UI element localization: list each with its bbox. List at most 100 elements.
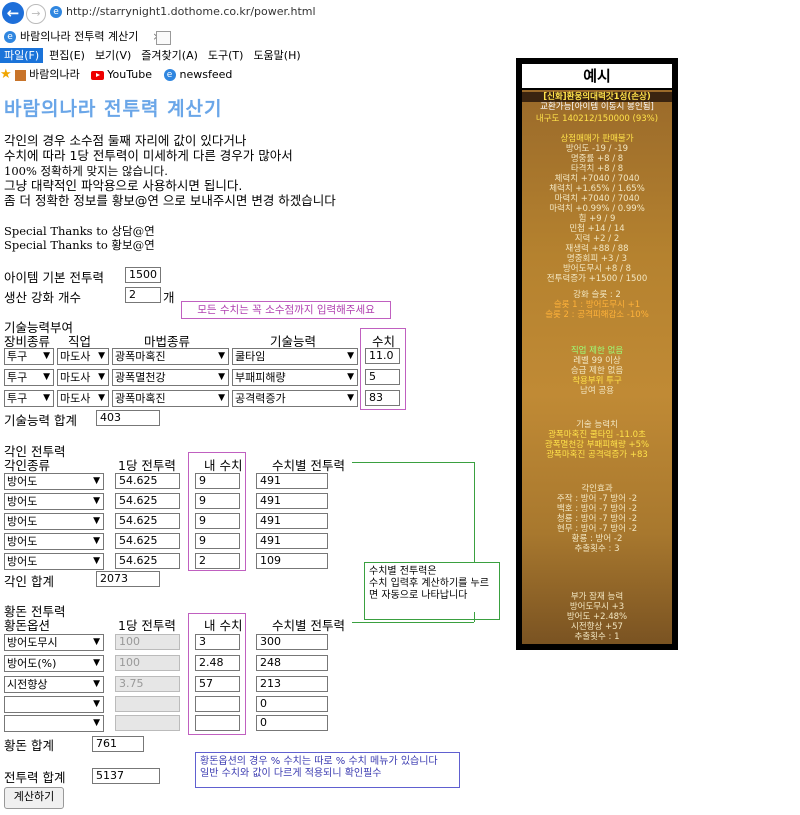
sample-line: 기술 능력치: [576, 420, 618, 430]
chevron-down-icon: ▼: [347, 351, 354, 361]
skill-ability-select[interactable]: 쿨타임 ▼: [232, 348, 358, 365]
menu-view[interactable]: 보기(V): [91, 48, 135, 63]
enhance-count-label: 생산 강화 개수: [4, 290, 81, 305]
base-power-input[interactable]: 1500: [125, 267, 161, 283]
sample-line: 방어도무시 +8 / 8: [562, 264, 631, 274]
hwangdon-mine-input[interactable]: 57: [195, 676, 240, 692]
favorites-bar: ★ 바람의나라 YouTube e newsfeed: [0, 66, 460, 83]
favorite-youtube[interactable]: YouTube: [91, 66, 152, 83]
hwangdon-per-input: [115, 696, 180, 712]
sample-line: 광폭마혹진 공격력증가 +83: [546, 450, 648, 460]
hwangdon-type-select[interactable]: 시전향상 ▼: [4, 676, 104, 693]
hwangdon-per-input: 100: [115, 634, 180, 650]
engrave-per-input[interactable]: 54.625: [115, 553, 180, 569]
sample-line: 현무 : 방어 -7 방어 -2: [556, 524, 638, 534]
hwangdon-type-select[interactable]: ▼: [4, 715, 104, 732]
skill-value-input[interactable]: 83: [365, 390, 400, 406]
hwangdon-type-select[interactable]: ▼: [4, 696, 104, 713]
skill-equip-select[interactable]: 투구 ▼: [4, 348, 54, 365]
menu-tools[interactable]: 도구(T): [204, 48, 248, 63]
browser-tab[interactable]: e바람의나라 전투력 계산기×: [0, 28, 166, 46]
engrave-power-output: 491: [256, 493, 328, 509]
hwangdon-type-select[interactable]: 방어도(%) ▼: [4, 655, 104, 672]
skill-value-input[interactable]: 5: [365, 369, 400, 385]
engrave-type-select[interactable]: 방어도 ▼: [4, 473, 104, 490]
sample-line: 남여 공용: [580, 386, 614, 396]
skill-job-select[interactable]: 마도사 ▼: [57, 348, 109, 365]
page-title: 바람의나라 전투력 계산기: [4, 98, 223, 120]
chevron-down-icon: ▼: [98, 372, 105, 382]
new-tab-icon[interactable]: [156, 31, 171, 45]
engrave-per-input[interactable]: 54.625: [115, 513, 180, 529]
engrave-note-connector: [352, 462, 474, 463]
chevron-down-icon: ▼: [93, 637, 100, 647]
engrave-type-select[interactable]: 방어도 ▼: [4, 533, 104, 550]
menu-file[interactable]: 파일(F): [0, 48, 44, 63]
menu-edit[interactable]: 편집(E): [45, 48, 89, 63]
engrave-mine-input[interactable]: 9: [195, 473, 240, 489]
menu-help[interactable]: 도움말(H): [249, 48, 304, 63]
engrave-per-input[interactable]: 54.625: [115, 493, 180, 509]
engrave-mine-input[interactable]: 2: [195, 553, 240, 569]
favorite-newsfeed[interactable]: e newsfeed: [163, 66, 232, 83]
skill-job-select[interactable]: 마도사 ▼: [57, 369, 109, 386]
enhance-count-input[interactable]: 2: [125, 287, 161, 303]
forward-arrow-icon[interactable]: →: [26, 4, 46, 24]
skill-ability-select[interactable]: 부패피해량 ▼: [232, 369, 358, 386]
sample-line: 착용부위 투구: [572, 376, 622, 386]
engrave-per-input[interactable]: 54.625: [115, 533, 180, 549]
engrave-mine-input[interactable]: 9: [195, 493, 240, 509]
menu-favorites[interactable]: 즐겨찾기(A): [137, 48, 202, 63]
engrave-type-select[interactable]: 방어도 ▼: [4, 493, 104, 510]
skill-ability-select[interactable]: 공격력증가 ▼: [232, 390, 358, 407]
description-line: 좀 더 정확한 정보를 황보@연 으로 보내주시면 변경 하겠습니다: [4, 193, 336, 208]
sample-line: 직업 제한 없음: [570, 346, 624, 356]
skill-magic-select[interactable]: 광폭마혹진 ▼: [112, 390, 229, 407]
chevron-down-icon: ▼: [347, 372, 354, 382]
hwangdon-type-select[interactable]: 방어도무시 ▼: [4, 634, 104, 651]
engrave-mine-input[interactable]: 9: [195, 533, 240, 549]
address-bar[interactable]: e http://starrynight1.dothome.co.kr/power…: [50, 5, 450, 21]
select-value: 방어도무시: [7, 636, 58, 649]
sample-item-tooltip: [신화]환웅의대력갓1성(손상) 교환가능[아이템 이동시 봉인됨] 내구도 140…: [522, 90, 672, 644]
sample-line: 황룡 : 방어 -2: [571, 534, 623, 544]
skill-value-input[interactable]: 11.0: [365, 348, 400, 364]
sample-line: 방어도 +2.48%: [566, 612, 628, 622]
enhance-unit: 개: [163, 290, 175, 305]
hwangdon-total-label: 황돈 합계: [4, 738, 54, 753]
sample-line: 슬롯 1 : 방어도무시 +1: [553, 300, 641, 310]
sample-line: 부가 잠재 능력: [570, 592, 624, 602]
back-arrow-icon[interactable]: ←: [2, 2, 24, 24]
engrave-per-input[interactable]: 54.625: [115, 473, 180, 489]
skill-equip-select[interactable]: 투구 ▼: [4, 390, 54, 407]
skill-job-select[interactable]: 마도사 ▼: [57, 390, 109, 407]
select-value: 방어도: [7, 535, 38, 548]
favorite-baram[interactable]: 바람의나라: [15, 66, 80, 83]
menu-bar: 파일(F) 편집(E) 보기(V) 즐겨찾기(A) 도구(T) 도움말(H): [0, 48, 460, 63]
thanks-line: Special Thanks to 상담@연: [4, 224, 155, 238]
hwangdon-note-box: 황돈옵션의 경우 % 수치는 따로 % 수치 메뉴가 있습니다 일반 수치와 값…: [195, 752, 460, 788]
skill-magic-select[interactable]: 광폭멸천강 ▼: [112, 369, 229, 386]
select-value: 방어도(%): [7, 657, 57, 670]
hwangdon-mine-input[interactable]: [195, 696, 240, 712]
hwangdon-per-input: 3.75: [115, 676, 180, 692]
hwangdon-mine-input[interactable]: [195, 715, 240, 731]
engrave-type-select[interactable]: 방어도 ▼: [4, 553, 104, 570]
skill-magic-select[interactable]: 광폭마혹진 ▼: [112, 348, 229, 365]
chevron-down-icon: ▼: [43, 372, 50, 382]
base-power-label: 아이템 기본 전투력: [4, 270, 104, 285]
note-line: 수치별 전투력은: [369, 566, 437, 577]
skill-equip-select[interactable]: 투구 ▼: [4, 369, 54, 386]
engrave-mine-input[interactable]: 9: [195, 513, 240, 529]
select-value: 방어도: [7, 515, 38, 528]
hwangdon-mine-input[interactable]: 3: [195, 634, 240, 650]
hwangdon-note-connector: [474, 612, 475, 622]
calculate-button[interactable]: 계산하기: [4, 787, 64, 809]
engrave-note-connector: [474, 462, 475, 564]
sample-line: 레벨 99 이상: [573, 356, 621, 366]
favorites-star-icon[interactable]: ★: [0, 67, 12, 82]
select-value: 쿨타임: [235, 350, 266, 363]
engrave-type-select[interactable]: 방어도 ▼: [4, 513, 104, 530]
hwangdon-mine-input[interactable]: 2.48: [195, 655, 240, 671]
sample-line: 체력치 +1.65% / 1.65%: [549, 184, 645, 194]
